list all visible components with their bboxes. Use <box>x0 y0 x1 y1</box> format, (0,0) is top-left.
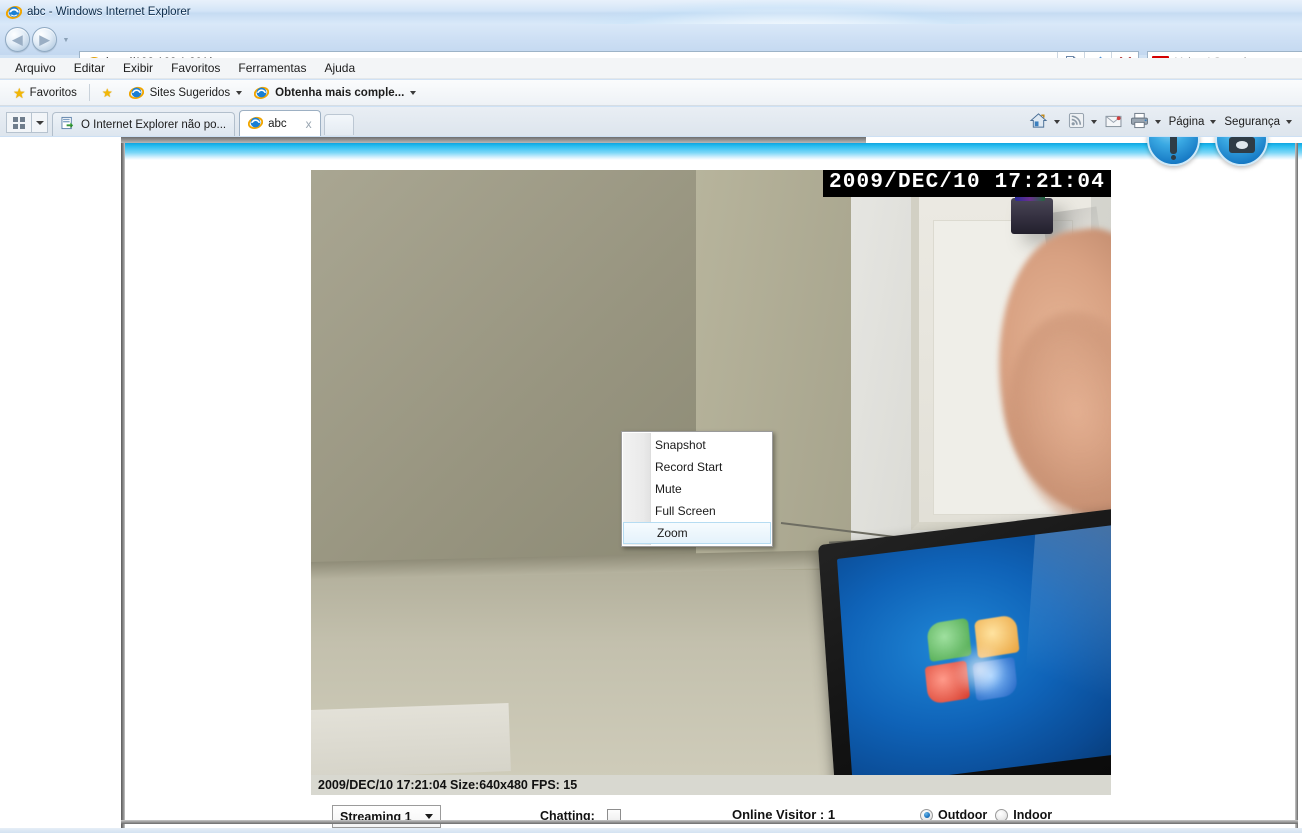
chevron-down-icon[interactable] <box>1053 120 1060 124</box>
mail-button[interactable] <box>1101 114 1126 131</box>
video-baseboard <box>311 703 511 775</box>
video-status-bar: 2009/DEC/10 17:21:04 Size:640x480 FPS: 1… <box>311 775 1111 795</box>
star-icon: ★ <box>13 84 26 101</box>
video-timestamp-overlay: 2009/DEC/10 17:21:04 <box>822 170 1111 198</box>
camera-icon <box>1228 137 1255 153</box>
menu-item-editar[interactable]: Editar <box>65 59 114 77</box>
streaming-select[interactable]: Streaming 1 <box>332 805 441 828</box>
security-menu-button[interactable]: Segurança <box>1220 116 1296 128</box>
viewport-left-margin <box>0 137 121 828</box>
mail-icon <box>1105 114 1122 131</box>
window-title: abc - Windows Internet Explorer <box>27 6 191 18</box>
video-stream[interactable]: 2009/DEC/10 17:21:04 Snapshot Record Sta… <box>311 170 1111 775</box>
chevron-down-icon[interactable] <box>1154 120 1161 124</box>
microphone-button[interactable] <box>1147 137 1200 166</box>
menu-item-favoritos[interactable]: Favoritos <box>162 59 229 77</box>
tab-abc[interactable]: abc x <box>239 110 321 136</box>
favorites-label: Favoritos <box>29 86 77 99</box>
menu-bar: Arquivo Editar Exibir Favoritos Ferramen… <box>0 58 1302 79</box>
feeds-icon <box>1068 112 1085 132</box>
favorites-item-obtenha-mais[interactable]: Obtenha mais comple... <box>248 83 422 103</box>
favorites-item-label: Sites Sugeridos <box>149 86 231 99</box>
context-menu-item-snapshot[interactable]: Snapshot <box>622 434 772 456</box>
print-button[interactable] <box>1126 112 1165 132</box>
favorites-item-sites-sugeridos[interactable]: Sites Sugeridos <box>123 83 249 103</box>
internet-explorer-icon <box>6 4 22 20</box>
chevron-down-icon[interactable] <box>1090 120 1097 124</box>
video-monitor-screen <box>836 524 1111 775</box>
page-right-border <box>1295 143 1298 828</box>
recent-pages-button[interactable]: ▼ <box>61 35 71 45</box>
title-bar: abc - Windows Internet Explorer <box>0 0 1302 24</box>
tab-close-icon[interactable]: x <box>306 117 312 131</box>
page-bottom-border <box>121 820 1298 824</box>
menu-item-arquivo[interactable]: Arquivo <box>6 59 65 77</box>
internet-explorer-icon <box>247 115 264 133</box>
chevron-down-icon[interactable] <box>1286 120 1292 124</box>
camera-button[interactable] <box>1215 137 1268 166</box>
tab-label: O Internet Explorer não po... <box>81 118 227 131</box>
favorites-button[interactable]: ★ Favoritos <box>7 84 83 102</box>
browser-window: abc - Windows Internet Explorer ◀ ▶ ▼ ht… <box>0 0 1302 833</box>
quick-tabs-icon[interactable] <box>6 112 32 133</box>
internet-explorer-icon <box>254 85 270 101</box>
menu-item-exibir[interactable]: Exibir <box>114 59 162 77</box>
microphone-icon <box>1170 137 1177 160</box>
page-left-border <box>121 143 125 828</box>
favorites-bar: ★ Favoritos ★ Sites Sugeridos Obtenha ma… <box>0 80 1302 106</box>
feeds-button[interactable] <box>1064 112 1101 132</box>
context-menu-item-zoom[interactable]: Zoom <box>623 522 771 544</box>
new-tab-button[interactable] <box>323 114 354 135</box>
page-error-icon <box>61 116 76 133</box>
page-header-band <box>123 143 1302 160</box>
menu-item-ferramentas[interactable]: Ferramentas <box>229 59 315 77</box>
video-context-menu: Snapshot Record Start Mute Full Screen Z… <box>621 431 773 547</box>
chevron-down-icon[interactable] <box>236 90 243 95</box>
back-button[interactable]: ◀ <box>5 27 30 52</box>
context-menu-item-record-start[interactable]: Record Start <box>622 456 772 478</box>
video-wall-device <box>1011 194 1053 234</box>
title-bar-glow <box>560 0 1020 24</box>
internet-explorer-icon <box>128 85 145 101</box>
context-menu-item-full-screen[interactable]: Full Screen <box>622 500 772 522</box>
chevron-down-icon[interactable] <box>410 90 417 95</box>
forward-button[interactable]: ▶ <box>32 27 57 52</box>
tab-internet-explorer-error[interactable]: O Internet Explorer não po... <box>52 112 236 136</box>
home-icon <box>1029 112 1048 132</box>
video-monitor-sheen <box>1017 524 1111 775</box>
favorites-divider <box>88 84 90 101</box>
page-viewport: 2009/DEC/10 17:21:04 Snapshot Record Sta… <box>0 137 1302 828</box>
add-to-favorites-bar-button[interactable]: ★ <box>96 85 123 101</box>
context-menu-item-mute[interactable]: Mute <box>622 478 772 500</box>
security-menu-label: Segurança <box>1224 116 1280 128</box>
windows-logo-icon <box>924 608 1028 711</box>
chevron-down-icon <box>425 814 433 819</box>
home-button[interactable] <box>1025 112 1064 132</box>
tab-label: abc <box>268 117 287 130</box>
video-monitor <box>817 505 1111 775</box>
chevron-down-icon[interactable] <box>1210 120 1217 124</box>
menu-item-ajuda[interactable]: Ajuda <box>315 59 364 77</box>
command-bar: Página Segurança <box>1025 110 1296 134</box>
navigation-bar: ◀ ▶ ▼ http://192.168.1.201/ <box>0 24 1302 74</box>
browser-status-bar <box>0 828 1302 833</box>
favorites-item-label: Obtenha mais comple... <box>275 86 405 99</box>
star-plus-icon: ★ <box>101 85 113 100</box>
page-menu-label: Página <box>1168 116 1205 128</box>
print-icon <box>1130 112 1149 132</box>
page-menu-button[interactable]: Página <box>1165 116 1221 128</box>
tab-list-chevron-down-icon[interactable] <box>32 112 48 133</box>
